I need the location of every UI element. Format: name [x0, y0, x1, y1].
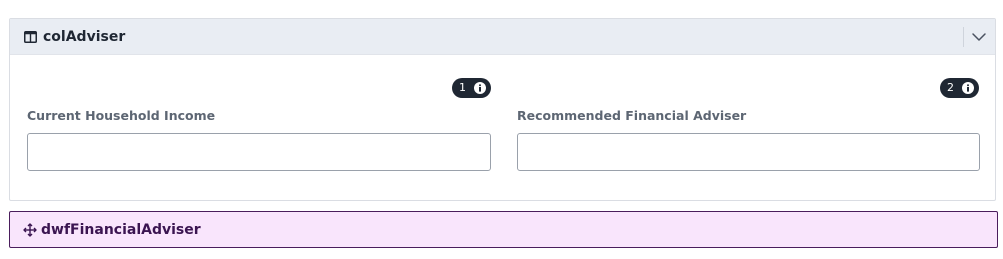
info-icon [474, 82, 486, 94]
dwf-component-label: dwfFinancialAdviser [41, 222, 201, 238]
chevron-down-icon [972, 33, 986, 41]
household-income-input[interactable] [27, 133, 491, 171]
column-panel-title: colAdviser [43, 29, 126, 45]
financial-adviser-label: Recommended Financial Adviser [517, 108, 747, 123]
badge-number: 2 [947, 81, 954, 94]
move-icon[interactable] [23, 223, 37, 237]
badge-number: 1 [459, 81, 466, 94]
financial-adviser-input[interactable] [517, 133, 980, 171]
column-panel: colAdviser 1 Current Household Income 2 … [9, 18, 996, 201]
field-badge-1[interactable]: 1 [452, 78, 491, 98]
info-icon [962, 82, 974, 94]
header-divider [963, 27, 964, 47]
columns-icon [24, 31, 37, 43]
field-badge-2[interactable]: 2 [940, 78, 979, 98]
household-income-label: Current Household Income [27, 108, 216, 123]
dwf-component[interactable]: dwfFinancialAdviser [9, 211, 998, 248]
collapse-button[interactable] [967, 27, 991, 47]
column-panel-header[interactable]: colAdviser [10, 19, 995, 55]
